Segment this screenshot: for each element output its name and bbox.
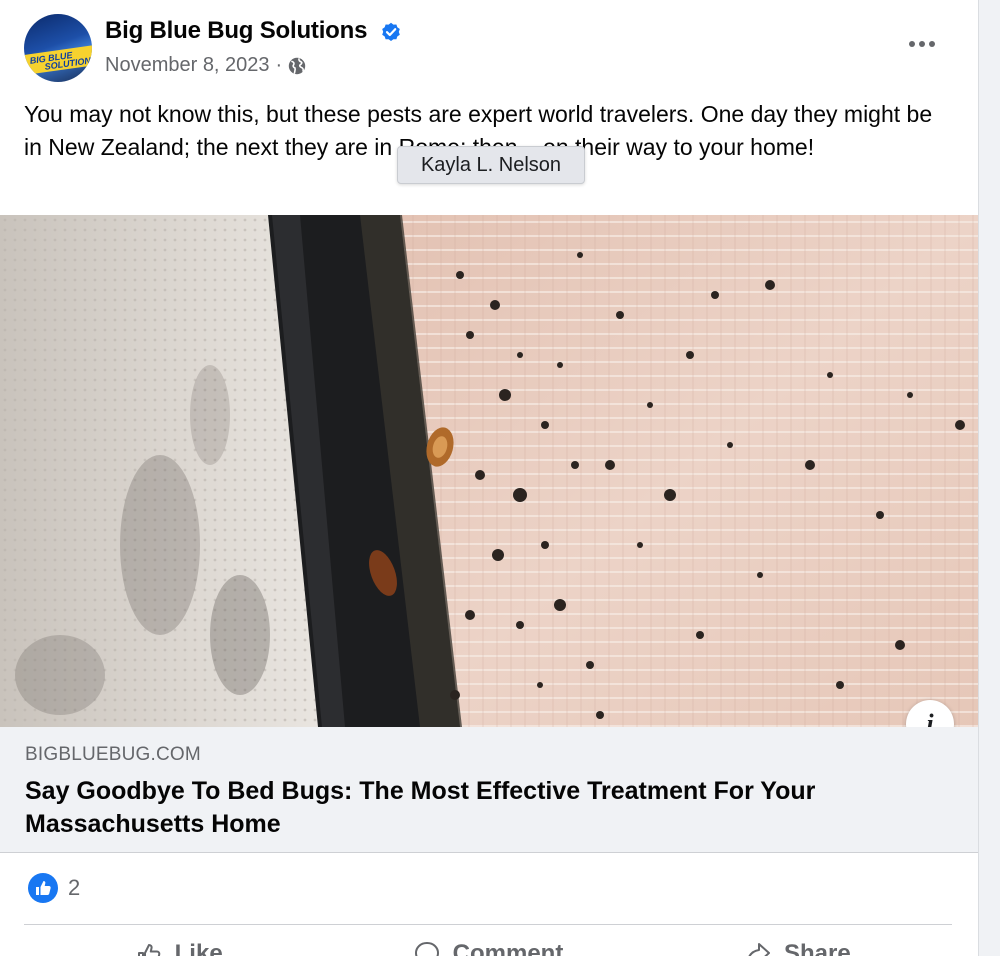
link-preview-box[interactable]: BIGBLUEBUG.COM Say Goodbye To Bed Bugs: …: [0, 727, 978, 853]
reactions-summary[interactable]: 2: [28, 873, 80, 903]
action-divider: [24, 924, 952, 925]
link-preview-image[interactable]: [0, 215, 978, 727]
page-name-link[interactable]: Big Blue Bug Solutions: [105, 17, 367, 45]
verified-badge-icon: [382, 22, 400, 41]
post-header: BIG BLUE SOLUTIONS Big Blue Bug Solution…: [0, 0, 978, 96]
share-button[interactable]: Share: [643, 932, 952, 956]
meta-separator: ·: [275, 54, 283, 76]
share-icon: [748, 943, 770, 956]
comment-button-label: Comment: [452, 940, 564, 956]
like-button-label: Like: [174, 940, 223, 956]
link-domain: BIGBLUEBUG.COM: [25, 744, 201, 765]
post-meta: November 8, 2023 ·: [105, 54, 306, 77]
globe-icon[interactable]: [288, 57, 306, 75]
post-date-link[interactable]: November 8, 2023: [105, 54, 270, 77]
post-card: BIG BLUE SOLUTIONS Big Blue Bug Solution…: [0, 0, 979, 956]
comment-button[interactable]: Comment: [333, 932, 642, 956]
post-action-bar: Like Comment Share: [24, 932, 952, 956]
share-button-label: Share: [783, 940, 851, 956]
comment-icon: [414, 942, 439, 956]
like-button[interactable]: Like: [24, 932, 333, 956]
page-avatar[interactable]: BIG BLUE SOLUTIONS: [24, 14, 92, 82]
avatar-logo-text: BIG BLUE SOLUTIONS: [29, 49, 92, 72]
reaction-count: 2: [68, 875, 81, 900]
more-options-icon[interactable]: [900, 28, 944, 60]
thumbs-up-icon: [137, 944, 160, 956]
hover-tooltip: Kayla L. Nelson: [397, 146, 585, 184]
like-reaction-icon: [28, 873, 58, 903]
bed-bug-photo: [0, 215, 978, 727]
link-headline[interactable]: Say Goodbye To Bed Bugs: The Most Effect…: [25, 775, 925, 841]
